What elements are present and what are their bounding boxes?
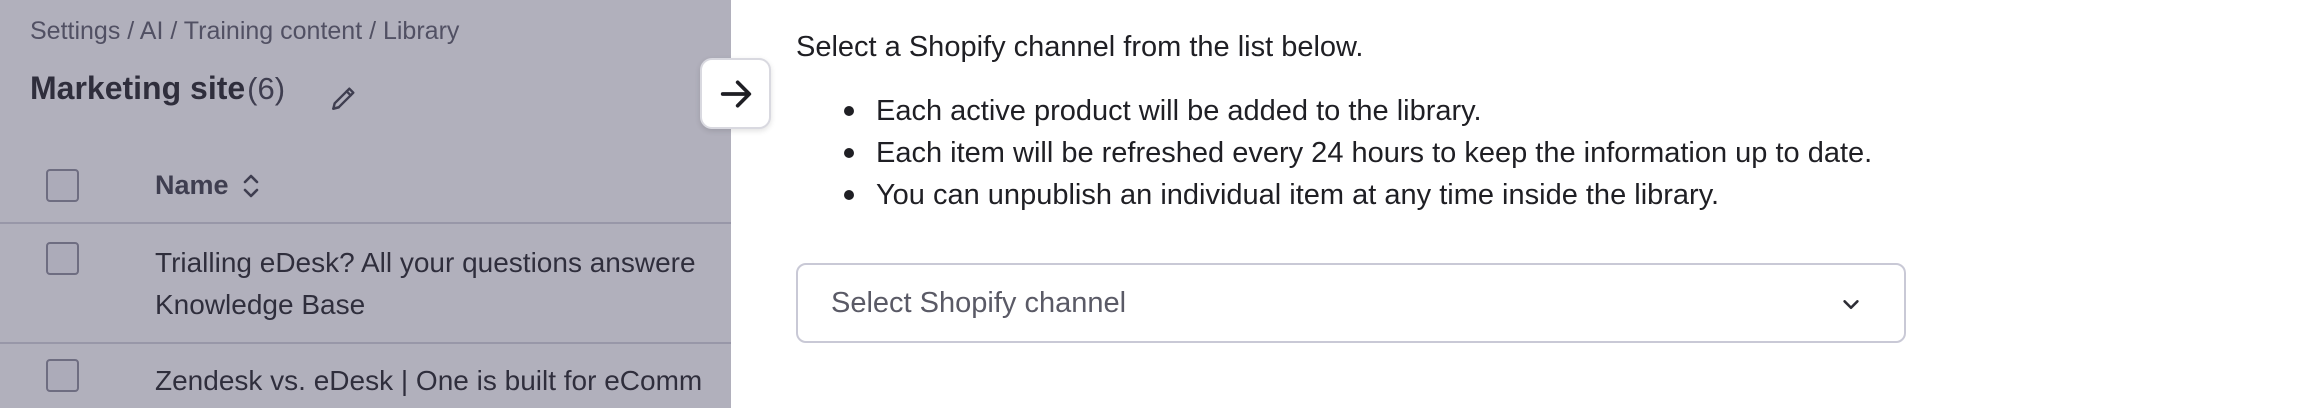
list-item-text: Each active product will be added to the… [876,95,1482,127]
background-page: Settings / AI / Training content / Libra… [0,0,731,408]
close-drawer-button[interactable] [700,58,771,129]
list-item: Each item will be refreshed every 24 hou… [796,132,1872,174]
list-item-text: You can unpublish an individual item at … [876,179,1720,211]
arrow-right-icon [720,80,751,107]
shopify-channel-drawer: Select a Shopify channel from the list b… [731,0,2306,408]
drawer-intro-text: Select a Shopify channel from the list b… [796,31,1364,63]
bullet-icon [844,148,854,158]
chevron-down-icon [1843,300,1859,310]
bullet-icon [844,190,854,200]
list-item-text: Each item will be refreshed every 24 hou… [876,137,1873,169]
list-item: Each active product will be added to the… [796,90,1872,132]
modal-backdrop[interactable] [0,0,731,408]
info-bullet-list: Each active product will be added to the… [796,90,1872,216]
shopify-channel-select[interactable]: Select Shopify channel [796,263,1906,343]
list-item: You can unpublish an individual item at … [796,174,1872,216]
select-placeholder: Select Shopify channel [831,286,1127,319]
bullet-icon [844,106,854,116]
